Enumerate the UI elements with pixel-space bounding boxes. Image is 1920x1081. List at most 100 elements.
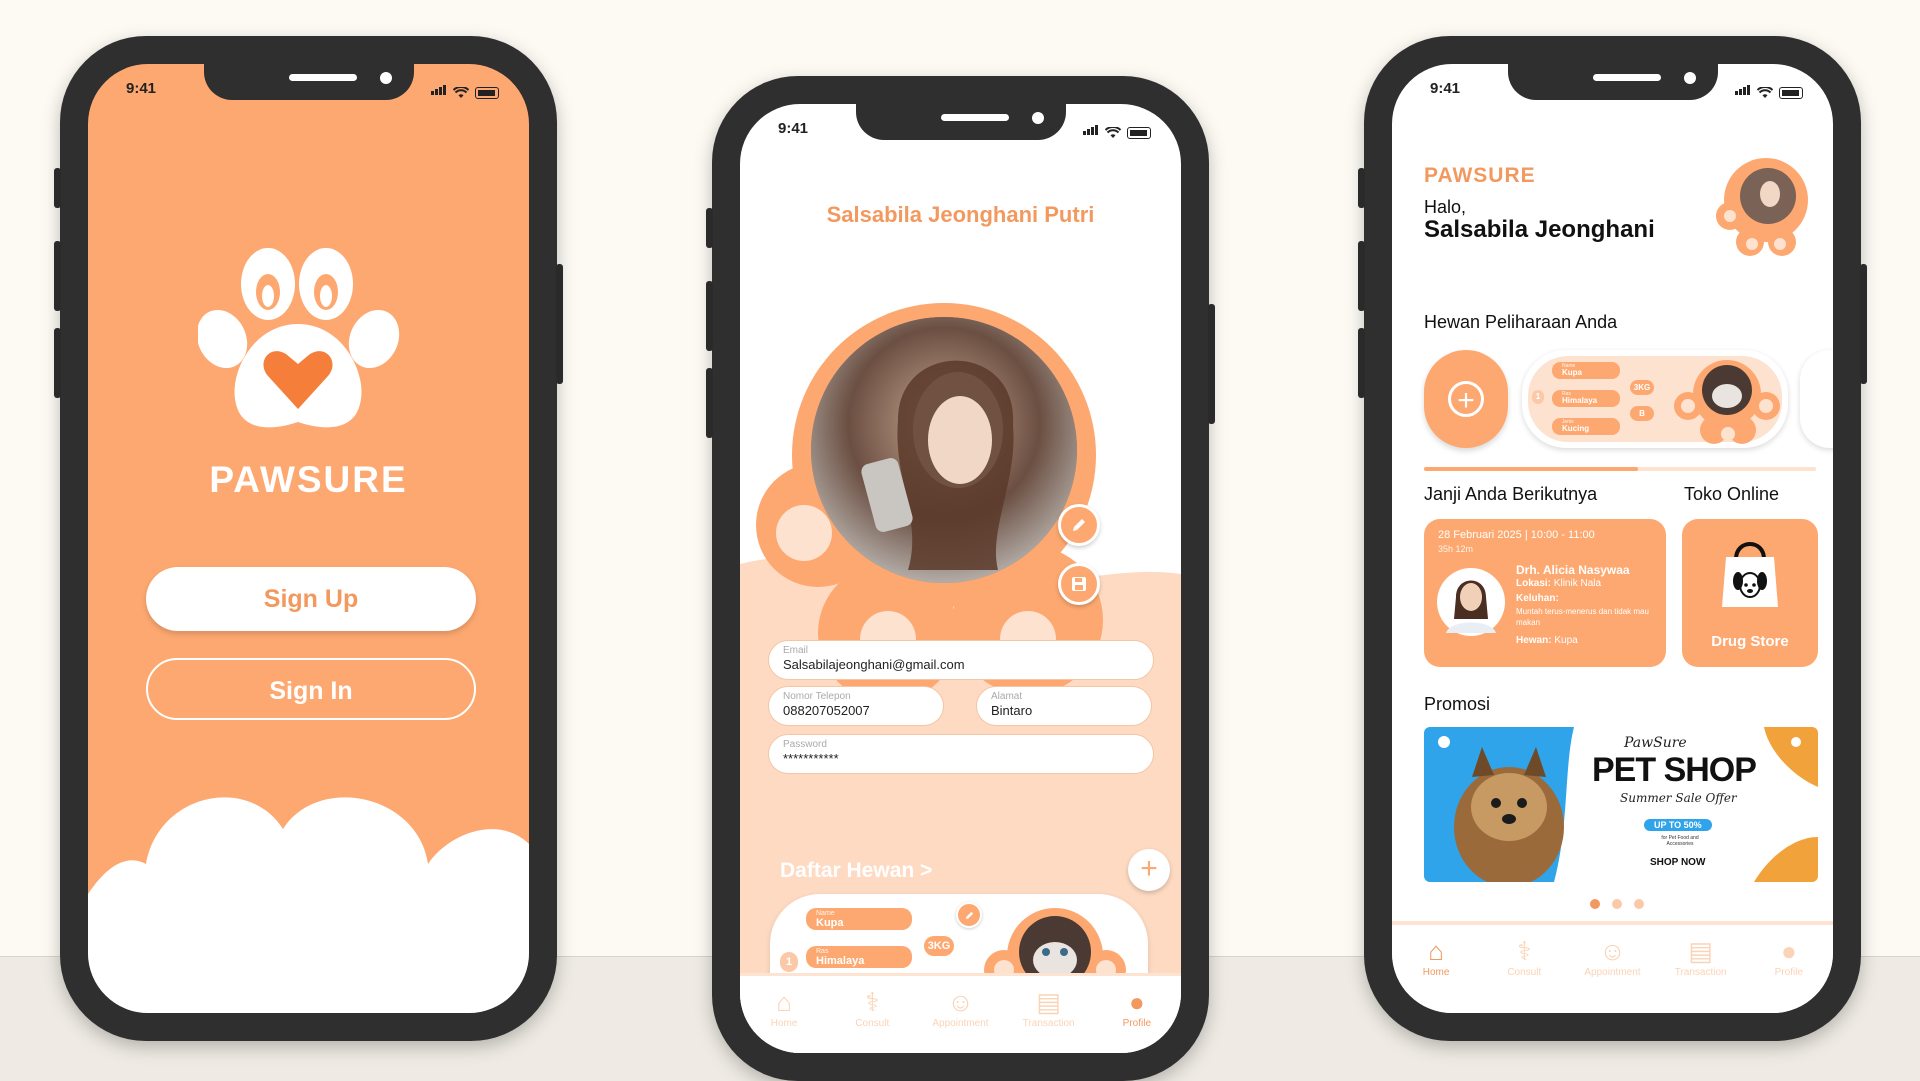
appointment-icon: ☺ xyxy=(1599,935,1626,966)
appointment-icon: ☺ xyxy=(947,986,974,1017)
email-value: Salsabilajeonghani@gmail.com xyxy=(783,657,965,672)
carousel-dot[interactable] xyxy=(1612,899,1622,909)
pets-scrollbar-thumb[interactable] xyxy=(1424,467,1638,471)
stethoscope-icon: ⚕ xyxy=(1517,935,1532,966)
next-pet-card-peek[interactable] xyxy=(1800,350,1833,448)
promo-banner[interactable]: PawSure PET SHOP Summer Sale Offer UP TO… xyxy=(1424,727,1818,882)
carousel-dot[interactable] xyxy=(1634,899,1644,909)
address-label: Alamat xyxy=(991,691,1023,702)
phone-side-button xyxy=(706,368,713,438)
pets-scrollbar[interactable] xyxy=(1424,467,1816,471)
greeting: Halo, xyxy=(1424,197,1467,217)
home-icon: ⌂ xyxy=(1428,935,1444,966)
status-time: 9:41 xyxy=(126,80,157,97)
edit-button[interactable] xyxy=(1058,504,1100,546)
save-button[interactable] xyxy=(1058,563,1100,605)
pet-type: Kucing xyxy=(1562,424,1590,433)
email-field[interactable]: Email Salsabilajeonghani@gmail.com xyxy=(768,640,1154,680)
nav-home[interactable]: ⌂ Home xyxy=(1396,935,1476,979)
pet-list-link[interactable]: Daftar Hewan > xyxy=(780,859,932,883)
plus-icon: + xyxy=(1140,852,1158,885)
nav-transaction[interactable]: ▤ Transaction xyxy=(1661,935,1741,979)
pet-edit-button[interactable] xyxy=(956,902,982,928)
status-bar: 9:41 xyxy=(126,80,499,100)
phone-side-button xyxy=(1358,328,1365,398)
appointment-location: Lokasi: Klinik Nala xyxy=(1516,578,1601,589)
phone-side-button xyxy=(1358,241,1365,311)
receipt-icon: ▤ xyxy=(1036,986,1061,1017)
phone-side-button xyxy=(706,208,713,248)
nav-profile-label: Profile xyxy=(1774,967,1804,978)
pet-gender: B xyxy=(1630,406,1654,421)
nav-home[interactable]: ⌂ Home xyxy=(744,986,824,1030)
promo-tagline: Summer Sale Offer xyxy=(1620,791,1737,805)
phone-field[interactable]: Nomor Telepon 088207052007 xyxy=(768,686,944,726)
pet-type-label: Jenis xyxy=(1562,419,1574,425)
phone-label: Nomor Telepon xyxy=(783,691,851,702)
phone-side-button xyxy=(1358,168,1365,208)
nav-transaction-label: Transaction xyxy=(1022,1018,1075,1029)
nav-home-label: Home xyxy=(1422,967,1450,978)
phone-welcome: 9:41 PAWSURE Sign Up Sign In xyxy=(54,36,563,1041)
nav-appointment-label: Appointment xyxy=(932,1018,989,1029)
doctor-avatar xyxy=(1437,568,1505,636)
home-screen: 9:41 PAWSURE Halo, Salsabila Jeonghani H… xyxy=(1392,64,1833,1013)
nav-transaction[interactable]: ▤ Transaction xyxy=(1009,986,1089,1030)
nav-appointment[interactable]: ☺ Appointment xyxy=(920,986,1000,1030)
appointment-section-title: Janji Anda Berikutnya xyxy=(1424,484,1598,504)
pet-race: Himalaya xyxy=(816,955,865,967)
save-icon xyxy=(1072,577,1086,591)
user-name: Salsabila Jeonghani xyxy=(1424,216,1655,243)
pet-race-pill: Ras Himalaya xyxy=(806,946,912,968)
nav-consult[interactable]: ⚕ Consult xyxy=(1484,935,1564,979)
pet-index: 1 xyxy=(780,952,798,972)
nav-consult[interactable]: ⚕ Consult xyxy=(832,986,912,1030)
appointment-datetime: 28 Februari 2025 | 10:00 - 11:00 xyxy=(1438,529,1595,541)
pet-label: Hewan: xyxy=(1516,635,1552,646)
complaint-value: Muntah terus-menerus dan tidak mau makan xyxy=(1516,607,1649,627)
pets-section-title: Hewan Peliharaan Anda xyxy=(1424,312,1618,332)
avatar[interactable] xyxy=(1712,156,1812,256)
nav-appointment[interactable]: ☺ Appointment xyxy=(1572,935,1652,979)
promo-cta[interactable]: SHOP NOW xyxy=(1650,857,1705,868)
nav-consult-label: Consult xyxy=(855,1018,890,1029)
address-value: Bintaro xyxy=(991,703,1033,718)
phone-home: 9:41 PAWSURE Halo, Salsabila Jeonghani H… xyxy=(1358,36,1867,1041)
bottom-nav: ⌂ Home ⚕ Consult ☺ Appointment ▤ Transaction… xyxy=(740,973,1181,1053)
add-pet-button[interactable]: + xyxy=(1424,350,1508,448)
user-icon: ● xyxy=(1780,935,1797,966)
phone-side-button xyxy=(556,264,563,384)
pet-name: Kupa xyxy=(816,917,844,929)
pet-index: 1 xyxy=(1532,390,1544,404)
sign-in-button[interactable]: Sign In xyxy=(146,658,476,720)
drug-store-label: Drug Store xyxy=(1711,633,1789,650)
drug-store-card[interactable]: Drug Store xyxy=(1682,519,1818,667)
nav-appointment-label: Appointment xyxy=(1584,967,1641,978)
appointment-card[interactable]: 28 Februari 2025 | 10:00 - 11:00 35h 12m… xyxy=(1424,519,1666,667)
pet-card[interactable]: 1 Name Kupa Ras Himalaya Jenis Kucing 3K… xyxy=(1522,350,1788,448)
complaint-label: Keluhan: xyxy=(1516,593,1559,604)
wifi-icon xyxy=(1757,87,1773,98)
pet-name: Kupa xyxy=(1562,368,1582,377)
add-pet-button[interactable]: + xyxy=(1128,849,1170,891)
nav-profile[interactable]: ● Profile xyxy=(1097,986,1177,1030)
password-field[interactable]: Password *********** xyxy=(768,734,1154,774)
address-field[interactable]: Alamat Bintaro xyxy=(976,686,1152,726)
status-time: 9:41 xyxy=(1430,80,1461,97)
location-value: Klinik Nala xyxy=(1553,578,1602,589)
carousel-dot[interactable] xyxy=(1590,899,1600,909)
password-value: *********** xyxy=(783,751,839,766)
promo-section-title: Promosi xyxy=(1424,694,1491,714)
plus-icon: + xyxy=(1448,381,1484,417)
nav-profile-label: Profile xyxy=(1122,1018,1152,1029)
status-bar: 9:41 xyxy=(1430,80,1803,100)
brand-logo: PAWSURE xyxy=(1424,164,1536,187)
nav-profile[interactable]: ● Profile xyxy=(1749,935,1829,979)
paw-logo-icon xyxy=(198,248,400,428)
signal-icon xyxy=(1083,122,1099,139)
sign-up-button[interactable]: Sign Up xyxy=(146,567,476,631)
location-label: Lokasi: xyxy=(1516,578,1552,589)
phone-side-button xyxy=(706,281,713,351)
pet-name-label: Name xyxy=(816,910,835,917)
pet-weight: 3KG xyxy=(924,936,954,956)
